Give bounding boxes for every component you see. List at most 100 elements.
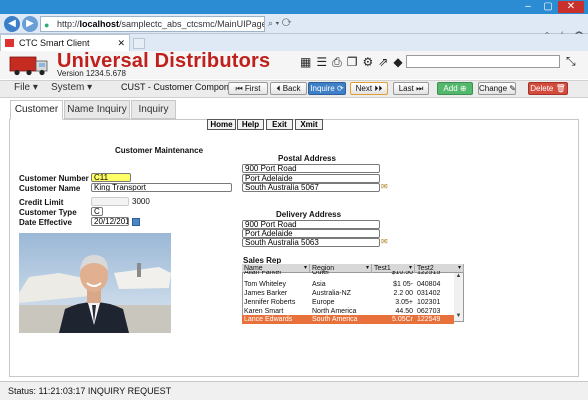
table-cell: Allan Farker bbox=[244, 271, 282, 276]
table-cell: Tom Whiteley bbox=[244, 281, 287, 288]
postal-line2-field[interactable]: Port Adelaide bbox=[242, 174, 380, 183]
new-tab-button[interactable] bbox=[133, 38, 145, 49]
tab-favicon-icon bbox=[5, 39, 14, 47]
table-row[interactable]: Lance Edwards South America 5.05Cr 122549 bbox=[242, 315, 454, 324]
copy-icon[interactable]: ❐ bbox=[347, 55, 358, 70]
address-bar: ◀ ▶ ● http://localhost/samplectc_abs_ctc… bbox=[0, 14, 588, 42]
settings-icon[interactable]: ⚙ bbox=[362, 55, 373, 70]
postal-line3-field[interactable]: South Australia 5067 bbox=[242, 183, 380, 192]
table-cell: 122515 bbox=[417, 271, 441, 276]
collapse-arrows-icon[interactable]: ⤡ bbox=[566, 54, 576, 69]
table-row[interactable]: Tom Whiteley Asia $1 05- 040804 bbox=[242, 280, 454, 289]
table-cell: Jennifer Roberts bbox=[244, 299, 296, 306]
scroll-down-icon[interactable]: ▼ bbox=[454, 313, 463, 321]
next-button[interactable]: Next ⏵⏵ bbox=[350, 82, 388, 95]
chevron-down-icon: ▾ bbox=[87, 82, 93, 93]
customer-photo bbox=[19, 233, 171, 333]
component-name: CUST - Customer Component bbox=[121, 82, 242, 92]
add-button[interactable]: Add ⊕ bbox=[437, 82, 473, 95]
url-input[interactable]: ● http://localhost/samplectc_abs_ctcsmc/… bbox=[40, 16, 265, 32]
truck-logo-icon bbox=[9, 56, 48, 76]
table-cell: Australia-NZ bbox=[312, 290, 351, 297]
menu-file[interactable]: File ▾ bbox=[8, 80, 44, 97]
table-cell: Europe bbox=[312, 299, 335, 306]
exit-button[interactable]: Exit bbox=[266, 119, 293, 130]
change-button[interactable]: Change ✎ bbox=[478, 82, 516, 95]
customer-number-field[interactable]: C11 bbox=[91, 173, 131, 182]
maximize-icon[interactable]: ▢ bbox=[538, 1, 558, 13]
home-button[interactable]: Home bbox=[207, 119, 236, 130]
delivery-line1-field[interactable]: 900 Port Road bbox=[242, 220, 380, 229]
delivery-lookup-icon[interactable]: ✉ bbox=[381, 237, 388, 246]
menu-system-label: System bbox=[51, 82, 85, 93]
address-tools[interactable]: ⌕ ▾ ⟳ bbox=[268, 18, 291, 29]
header-toolbar: ▦ ☰ ⎙ ❐ ⚙ ⇗ ◆ bbox=[300, 55, 403, 70]
scroll-up-icon[interactable]: ▲ bbox=[454, 273, 463, 281]
help-button[interactable]: Help bbox=[237, 119, 264, 130]
customer-number-label: Customer Number bbox=[19, 174, 89, 183]
date-effective-label: Date Effective bbox=[19, 218, 72, 227]
customer-type-field[interactable]: C bbox=[91, 207, 103, 216]
tab-close-icon[interactable]: ✕ bbox=[117, 35, 125, 51]
table-row[interactable]: James Barker Australia-NZ 2.2 00 031402 bbox=[242, 289, 454, 298]
delivery-line3-field[interactable]: South Australia 5063 bbox=[242, 238, 380, 247]
table-cell: 122549 bbox=[417, 316, 441, 323]
table-row[interactable]: Jennifer Roberts Europe 3.05+ 102301 bbox=[242, 298, 454, 307]
url-path: /samplectc_abs_ctcsmc/MainUIPage.html# bbox=[119, 19, 264, 29]
tab-customer[interactable]: Customer bbox=[10, 100, 63, 120]
delivery-line2-field[interactable]: Port Adelaide bbox=[242, 229, 380, 238]
table-cell: Outer bbox=[312, 271, 330, 276]
table-cell: Lance Edwards bbox=[244, 316, 293, 323]
calendar-picker-icon[interactable] bbox=[132, 218, 140, 226]
browser-titlebar: – ▢ ✕ bbox=[0, 0, 588, 14]
table-cell: 3.05+ bbox=[395, 299, 413, 306]
url-prefix: http:// bbox=[57, 19, 80, 29]
customer-name-field[interactable]: King Transport bbox=[91, 183, 232, 192]
postal-address-title: Postal Address bbox=[278, 154, 336, 163]
back-arrow-icon[interactable]: ◀ bbox=[4, 16, 20, 32]
table-row[interactable]: Allan Farker Outer $10.50 122515 bbox=[242, 271, 454, 277]
forward-arrow-icon[interactable]: ▶ bbox=[22, 16, 38, 32]
calendar-icon[interactable]: ▦ bbox=[300, 55, 311, 70]
table-cell: 2.2 00 bbox=[393, 290, 413, 297]
customer-section-title: Customer Maintenance bbox=[115, 146, 204, 155]
credit-limit-slider[interactable] bbox=[91, 197, 129, 206]
search-input[interactable] bbox=[406, 55, 560, 68]
first-button[interactable]: ⏮ First bbox=[228, 82, 268, 95]
close-icon[interactable]: ✕ bbox=[558, 1, 584, 13]
tab-name-inquiry[interactable]: Name Inquiry bbox=[64, 100, 130, 119]
external-link-icon[interactable]: ⇗ bbox=[378, 55, 388, 70]
print-icon[interactable]: ⎙ bbox=[332, 55, 342, 70]
back-button[interactable]: ⏴ Back bbox=[270, 82, 307, 95]
table-cell: South America bbox=[312, 316, 358, 323]
chevron-down-icon: ▾ bbox=[457, 265, 461, 271]
customer-name-label: Customer Name bbox=[19, 184, 81, 193]
table-cell: $10.50 bbox=[391, 271, 413, 276]
date-effective-field[interactable]: 20/12/2010 bbox=[91, 217, 129, 226]
grid-scrollbar[interactable]: ▲ ▼ bbox=[454, 273, 463, 321]
list-icon[interactable]: ☰ bbox=[316, 55, 327, 70]
table-cell: 031402 bbox=[417, 290, 441, 297]
table-cell: 040804 bbox=[417, 281, 441, 288]
minimize-icon[interactable]: – bbox=[518, 1, 538, 13]
app-version: Version 1234.5.678 bbox=[57, 69, 126, 78]
chevron-down-icon: ▾ bbox=[32, 82, 38, 93]
xmit-button[interactable]: Xmit bbox=[295, 119, 323, 130]
status-bar: Status: 11:21:03:17 INQUIRY REQUEST bbox=[0, 381, 588, 400]
credit-limit-label: Credit Limit bbox=[19, 198, 64, 207]
table-cell: Asia bbox=[312, 281, 326, 288]
postal-line1-field[interactable]: 900 Port Road bbox=[242, 164, 380, 173]
delete-button[interactable]: Delete 🗑 bbox=[528, 82, 568, 95]
table-cell: James Barker bbox=[244, 290, 288, 297]
tab-inquiry[interactable]: Inquiry bbox=[131, 100, 176, 119]
browser-tab[interactable]: CTC Smart Client ✕ bbox=[0, 34, 130, 51]
delivery-address-title: Delivery Address bbox=[276, 210, 342, 219]
url-host: localhost bbox=[79, 19, 120, 29]
customer-type-label: Customer Type bbox=[19, 208, 77, 217]
tag-icon[interactable]: ◆ bbox=[393, 55, 402, 70]
inquire-button[interactable]: Inquire ⟳ bbox=[308, 82, 346, 95]
last-button[interactable]: Last ⏭ bbox=[393, 82, 429, 95]
window-controls: – ▢ ✕ bbox=[518, 1, 584, 13]
postal-lookup-icon[interactable]: ✉ bbox=[381, 182, 388, 191]
menu-system[interactable]: System ▾ bbox=[45, 80, 98, 97]
